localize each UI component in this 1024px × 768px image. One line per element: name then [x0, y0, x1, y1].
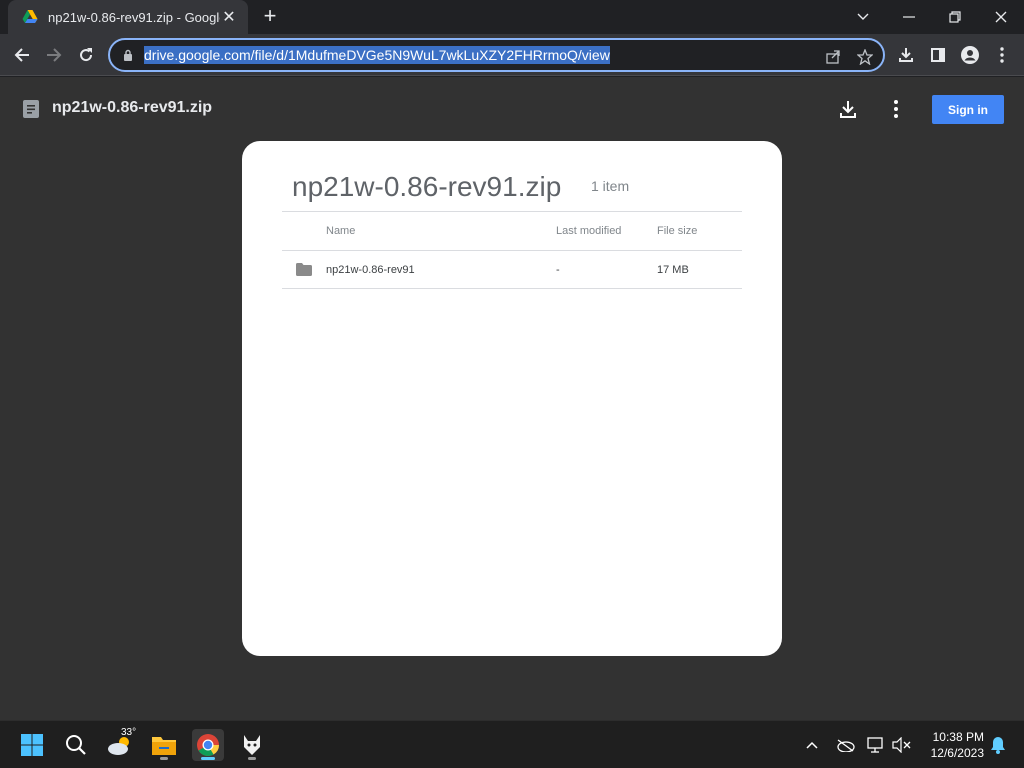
- column-header-modified: Last modified: [556, 225, 622, 237]
- file-explorer-icon[interactable]: [148, 729, 180, 761]
- column-header-name: Name: [326, 225, 356, 237]
- system-clock[interactable]: 10:38 PM 12/6/2023: [920, 729, 984, 761]
- reload-button[interactable]: [72, 41, 100, 69]
- forward-button[interactable]: [40, 41, 68, 69]
- network-icon[interactable]: [864, 733, 888, 757]
- archive-title: np21w-0.86-rev91.zip: [292, 171, 562, 202]
- volume-muted-icon[interactable]: [890, 733, 914, 757]
- start-button[interactable]: [16, 729, 48, 761]
- table-header: Name Last modified File size: [282, 211, 742, 250]
- browser-toolbar: drive.google.com/file/d/1MdufmeDVGe5N9Wu…: [0, 34, 1024, 76]
- archive-table: Name Last modified File size np21w-0.86-…: [282, 211, 742, 289]
- more-options-icon[interactable]: [884, 97, 908, 121]
- browser-tab[interactable]: np21w-0.86-rev91.zip - Google Drive ✕: [8, 0, 248, 34]
- menu-icon[interactable]: [988, 41, 1016, 69]
- close-tab-icon[interactable]: ✕: [220, 7, 238, 27]
- taskbar: 33° 10:38 PM 12/6/2023: [0, 720, 1024, 768]
- search-icon[interactable]: [60, 729, 92, 761]
- sign-in-button[interactable]: Sign in: [932, 95, 1004, 124]
- drive-viewer: np21w-0.86-rev91.zip Sign in np21w-0.86-…: [0, 77, 1024, 720]
- clock-time: 10:38 PM: [932, 730, 984, 744]
- table-row[interactable]: np21w-0.86-rev91 - 17 MB: [282, 250, 742, 289]
- onedrive-icon[interactable]: [833, 733, 857, 757]
- new-tab-button[interactable]: +: [258, 5, 282, 29]
- address-bar[interactable]: drive.google.com/file/d/1MdufmeDVGe5N9Wu…: [108, 38, 885, 72]
- tab-title: np21w-0.86-rev91.zip - Google Drive: [48, 9, 220, 25]
- app-cat-icon[interactable]: [236, 729, 268, 761]
- weather-temperature: 33°: [121, 727, 137, 738]
- side-panel-icon[interactable]: [924, 41, 952, 69]
- item-count: 1 item: [591, 178, 630, 194]
- file-icon: [23, 100, 39, 118]
- row-modified: -: [556, 264, 560, 276]
- profile-icon[interactable]: [956, 41, 984, 69]
- running-indicator: [160, 757, 168, 760]
- show-hidden-icons-icon[interactable]: [800, 733, 824, 757]
- minimize-button[interactable]: [886, 0, 932, 34]
- tab-strip: np21w-0.86-rev91.zip - Google Drive ✕ +: [0, 0, 1024, 34]
- restore-button[interactable]: [932, 0, 978, 34]
- url-text[interactable]: drive.google.com/file/d/1MdufmeDVGe5N9Wu…: [144, 46, 610, 64]
- column-header-size: File size: [657, 225, 698, 237]
- active-indicator: [201, 757, 215, 760]
- google-drive-icon: [22, 10, 38, 23]
- tab-search-icon[interactable]: [840, 0, 886, 34]
- chrome-taskbar-icon[interactable]: [192, 729, 224, 761]
- downloads-icon[interactable]: [892, 41, 920, 69]
- running-indicator: [248, 757, 256, 760]
- viewer-file-name: np21w-0.86-rev91.zip: [52, 99, 213, 116]
- share-icon[interactable]: [822, 46, 844, 68]
- close-window-button[interactable]: [978, 0, 1024, 34]
- bookmark-star-icon[interactable]: [854, 46, 876, 68]
- download-icon[interactable]: [836, 97, 860, 121]
- archive-preview-card: np21w-0.86-rev91.zip 1 item Name Last mo…: [242, 141, 782, 656]
- row-name: np21w-0.86-rev91: [326, 264, 415, 276]
- clock-date: 12/6/2023: [930, 746, 984, 760]
- lock-icon[interactable]: [120, 47, 136, 63]
- row-size: 17 MB: [657, 264, 689, 276]
- back-button[interactable]: [8, 41, 36, 69]
- notification-bell-icon[interactable]: [986, 733, 1010, 757]
- folder-icon: [296, 263, 312, 276]
